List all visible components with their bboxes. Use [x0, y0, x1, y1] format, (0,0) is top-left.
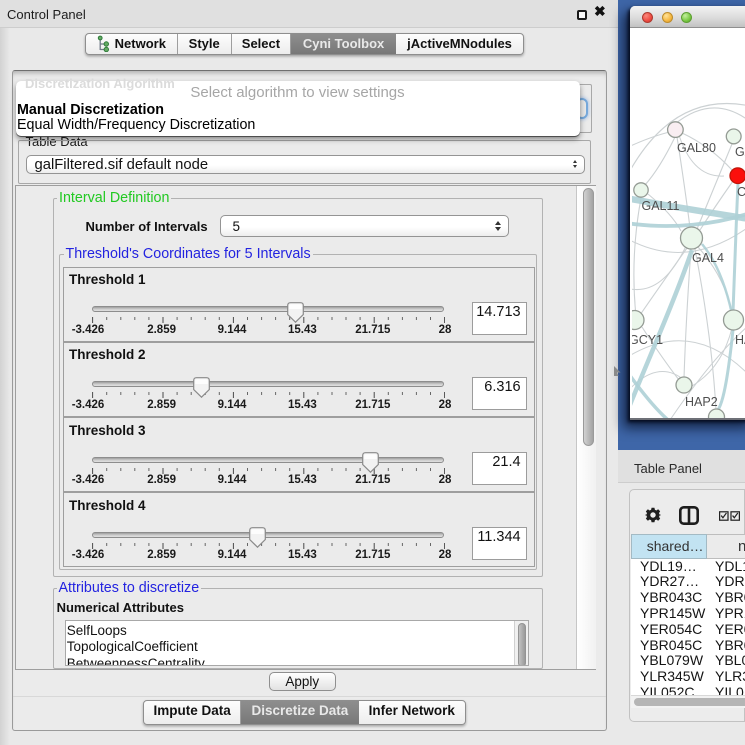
svg-text:GAL80: GAL80 [677, 141, 716, 155]
svg-text:GA: GA [735, 145, 745, 159]
svg-text:GCY1: GCY1 [632, 333, 663, 347]
svg-text:HAP2: HAP2 [685, 395, 718, 409]
svg-text:GAL4: GAL4 [692, 251, 724, 265]
svg-text:HA: HA [735, 333, 745, 347]
svg-text:GAL11: GAL11 [642, 199, 680, 213]
svg-text:C: C [737, 185, 745, 199]
